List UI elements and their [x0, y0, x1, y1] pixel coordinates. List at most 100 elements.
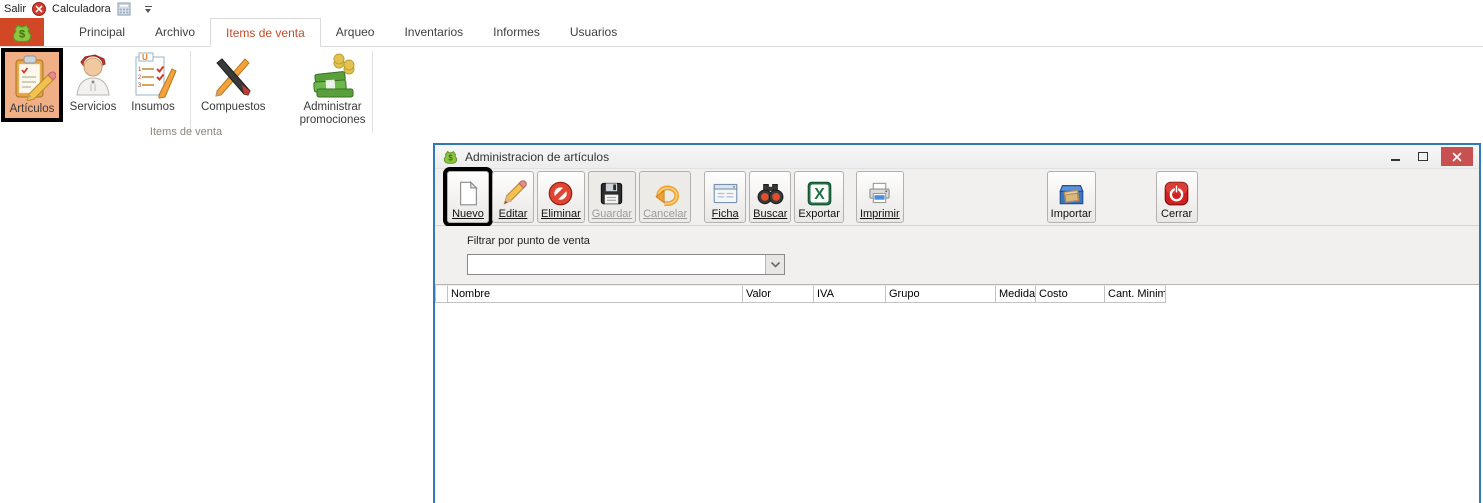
supplies-checklist-icon: U 123	[129, 51, 177, 99]
application-menu-button[interactable]: $	[0, 18, 44, 46]
chevron-down-icon	[770, 261, 781, 269]
ribbon-button-label: Servicios	[70, 101, 117, 114]
close-power-icon	[1163, 180, 1190, 207]
filter-panel: Filtrar por punto de venta	[435, 226, 1479, 284]
desktop: Salir Calculadora $ Principal A	[0, 0, 1483, 503]
ribbon-content: Artículos Servicios U	[0, 47, 1483, 139]
ribbon-tabs: Principal Archivo Items de venta Arqueo …	[64, 18, 632, 46]
ficha-button[interactable]: Ficha	[704, 171, 746, 223]
punto-de-venta-combobox-input[interactable]	[468, 255, 765, 274]
toolbar-button-label: Cerrar	[1161, 208, 1192, 221]
close-icon	[1452, 152, 1462, 162]
cancel-undo-icon	[652, 180, 679, 207]
ribbon-button-label: Insumos	[131, 101, 174, 114]
administrar-promociones-button[interactable]: Administrar promociones	[286, 48, 380, 129]
print-icon	[866, 180, 893, 207]
window-app-icon: $	[442, 148, 459, 165]
buscar-button[interactable]: Buscar	[749, 171, 791, 223]
ribbon-group-label: Items de venta	[0, 126, 372, 138]
ribbon-button-label: Compuestos	[201, 101, 266, 114]
promotions-money-icon	[309, 51, 357, 99]
grid-header-nombre[interactable]: Nombre	[448, 285, 743, 303]
minimize-button[interactable]	[1381, 145, 1409, 168]
toolbar-button-label: Eliminar	[541, 208, 581, 221]
delete-forbidden-icon	[547, 180, 574, 207]
maximize-button[interactable]	[1409, 145, 1437, 168]
grid-header-valor[interactable]: Valor	[743, 285, 814, 303]
grid-header-medida[interactable]: Medida	[996, 285, 1036, 303]
importar-button[interactable]: Importar	[1047, 171, 1096, 223]
cerrar-button[interactable]: Cerrar	[1156, 171, 1198, 223]
toolbar-button-label: Exportar	[798, 208, 840, 221]
imprimir-button[interactable]: Imprimir	[856, 171, 904, 223]
app-logo-icon: $	[10, 20, 34, 44]
ribbon-tab-row: $ Principal Archivo Items de venta Arque…	[0, 18, 1483, 47]
editar-button[interactable]: Editar	[492, 171, 534, 223]
tab-arqueo[interactable]: Arqueo	[321, 18, 390, 46]
guardar-button[interactable]: Guardar	[588, 171, 636, 223]
exportar-button[interactable]: X Exportar	[794, 171, 844, 223]
nuevo-button[interactable]: Nuevo	[447, 171, 489, 223]
toolbar-button-label: Editar	[499, 208, 528, 221]
items-de-venta-group: Artículos Servicios U	[0, 47, 1483, 129]
tab-principal[interactable]: Principal	[64, 18, 140, 46]
grid-header-iva[interactable]: IVA	[814, 285, 886, 303]
grid-header-indicator[interactable]	[435, 285, 448, 303]
grid-header-row: Nombre Valor IVA Grupo Medida Costo Cant…	[435, 285, 1479, 303]
grid-header-cant-minima[interactable]: Cant. Minim	[1105, 285, 1166, 303]
salir-close-icon[interactable]	[32, 2, 46, 16]
combobox-dropdown-button[interactable]	[765, 255, 784, 274]
calculadora-button[interactable]: Calculadora	[52, 3, 111, 15]
record-card-icon	[712, 180, 739, 207]
maximize-icon	[1418, 152, 1428, 161]
window-controls	[1381, 145, 1479, 168]
svg-text:X: X	[814, 186, 825, 203]
articulos-button[interactable]: Artículos	[1, 48, 63, 122]
ribbon-separator	[372, 51, 373, 133]
export-excel-icon: X	[806, 180, 833, 207]
toolbar-button-label: Cancelar	[643, 208, 687, 221]
toolbar-button-label: Guardar	[592, 208, 632, 221]
toolbar-button-label: Importar	[1051, 208, 1092, 221]
window-toolbar: Nuevo Editar Eliminar	[435, 169, 1479, 226]
import-box-icon	[1058, 180, 1085, 207]
cancelar-button[interactable]: Cancelar	[639, 171, 691, 223]
grid-header-costo[interactable]: Costo	[1036, 285, 1105, 303]
tab-informes[interactable]: Informes	[478, 18, 555, 46]
toolbar-button-label: Nuevo	[452, 208, 484, 221]
tab-items-de-venta[interactable]: Items de venta	[210, 18, 321, 47]
eliminar-button[interactable]: Eliminar	[537, 171, 585, 223]
compuestos-button[interactable]: Compuestos	[195, 48, 272, 116]
filter-label: Filtrar por punto de venta	[467, 235, 1479, 247]
svg-text:U: U	[142, 53, 148, 62]
window-titlebar[interactable]: $ Administracion de artículos	[435, 145, 1479, 169]
toolbar-button-label: Ficha	[712, 208, 739, 221]
search-binoculars-icon	[757, 180, 784, 207]
svg-text:$: $	[19, 29, 25, 41]
new-document-icon	[455, 180, 482, 207]
calculator-icon[interactable]	[117, 2, 131, 16]
edit-pencil-icon	[500, 180, 527, 207]
close-window-button[interactable]	[1441, 147, 1473, 166]
services-person-icon	[69, 51, 117, 99]
articles-grid[interactable]: Nombre Valor IVA Grupo Medida Costo Cant…	[435, 284, 1479, 503]
servicios-button[interactable]: Servicios	[63, 48, 123, 116]
composites-pens-icon	[209, 51, 257, 99]
insumos-button[interactable]: U 123 Insumos	[123, 48, 183, 116]
articles-clipboard-icon	[8, 53, 56, 101]
tab-inventarios[interactable]: Inventarios	[389, 18, 478, 46]
salir-button[interactable]: Salir	[4, 3, 26, 15]
customize-quick-access-dropdown-icon[interactable]	[145, 6, 152, 13]
svg-text:$: $	[448, 153, 453, 162]
ribbon-button-label: Artículos	[10, 103, 55, 116]
administracion-de-articulos-window: $ Administracion de artículos Nuevo	[433, 143, 1481, 503]
window-title: Administracion de artículos	[465, 150, 609, 164]
minimize-icon	[1391, 159, 1400, 161]
save-floppy-icon	[598, 180, 625, 207]
toolbar-button-label: Buscar	[753, 208, 787, 221]
tab-usuarios[interactable]: Usuarios	[555, 18, 632, 46]
tab-archivo[interactable]: Archivo	[140, 18, 210, 46]
ribbon-button-label: Administrar promociones	[292, 101, 374, 127]
grid-header-grupo[interactable]: Grupo	[886, 285, 996, 303]
punto-de-venta-combobox[interactable]	[467, 254, 785, 275]
